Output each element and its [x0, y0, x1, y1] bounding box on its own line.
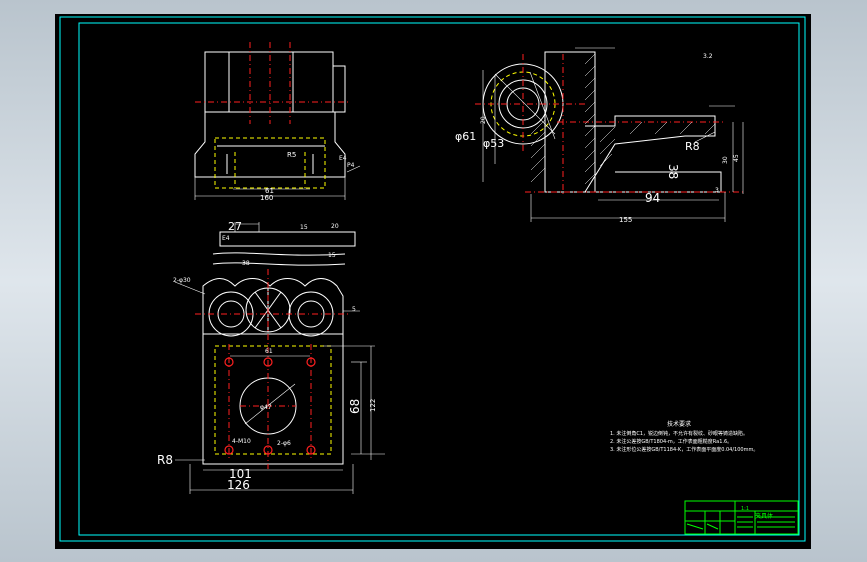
front-dim-126: 126 — [227, 478, 250, 492]
front-dim-5: 5 — [352, 306, 356, 313]
top-dim-160: 160 — [260, 194, 273, 202]
side-dim-155: 155 — [619, 216, 632, 224]
title-scale: 1:1 — [741, 506, 749, 512]
section-hatching — [530, 53, 716, 185]
side-dim-38: 38 — [666, 164, 680, 179]
side-dim-20: 20 — [480, 116, 487, 124]
top-dim-r5: R5 — [287, 151, 296, 159]
front-dim-r8: R8 — [157, 453, 173, 467]
top-view — [194, 42, 361, 200]
side-dim-30: 30 — [722, 156, 729, 164]
front-dim-122: 122 — [369, 399, 377, 412]
front-dim-38: 38 — [242, 260, 250, 267]
front-dim-27: 27 — [228, 220, 242, 233]
engineering-drawing: 61 160 R5 E4 P4 27 E4 15 38 15 20 2-φ30 … — [59, 16, 806, 542]
drawing-canvas[interactable]: 61 160 R5 E4 P4 27 E4 15 38 15 20 2-φ30 … — [55, 14, 811, 549]
side-dim-53: φ53 — [483, 137, 504, 150]
note-line-1: 1. 未注倒角C1，锐边倒钝，不允许有裂纹、砂眼等铸造缺陷。 — [610, 430, 748, 437]
top-dim-e4: E4 — [339, 155, 347, 162]
front-dim-47: φ47 — [260, 404, 272, 411]
side-section-view — [475, 47, 745, 222]
side-dim-94: 94 — [645, 191, 660, 205]
notes-title: 技术要求 — [667, 420, 691, 428]
cad-viewer: 61 160 R5 E4 P4 27 E4 15 38 15 20 2-φ30 … — [0, 0, 867, 562]
front-view — [174, 222, 385, 494]
side-dim-3: 3 — [715, 187, 719, 194]
top-dim-p4: P4 — [347, 162, 355, 169]
side-roughness: 3.2 — [703, 53, 713, 60]
front-dim-m10: 4-M10 — [232, 438, 251, 445]
front-dim-holes: 2-φ30 — [173, 277, 191, 284]
front-dim-20: 20 — [331, 223, 339, 230]
side-dim-45: 45 — [733, 154, 740, 162]
note-line-3: 3. 未注形位公差按GB/T1184-K，工作表面平面度0.04/100mm。 — [610, 446, 758, 453]
front-dim-15a: 15 — [300, 224, 308, 231]
side-dim-r8: R8 — [685, 140, 700, 153]
front-dim-pins: 2-φ6 — [277, 440, 291, 447]
technical-notes: 技术要求 1. 未注倒角C1，锐边倒钝，不允许有裂纹、砂眼等铸造缺陷。 2. 未… — [610, 420, 758, 453]
front-dim-68: 68 — [348, 399, 362, 414]
side-dim-61: φ61 — [455, 130, 476, 143]
title-part-label: 夹具体 — [755, 512, 773, 520]
note-line-2: 2. 未注公差按GB/T1804-m，工作表面粗糙度Ra1.6。 — [610, 438, 732, 445]
front-dim-e4: E4 — [222, 235, 230, 242]
front-dim-15b: 15 — [328, 252, 336, 259]
front-dim-61: 61 — [265, 348, 273, 355]
